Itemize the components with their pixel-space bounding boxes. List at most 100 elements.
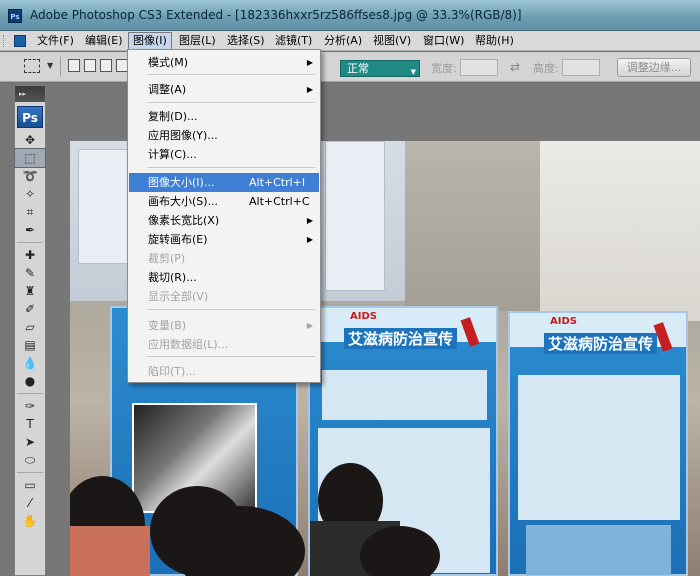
dodge-tool-icon[interactable]: ●	[15, 372, 45, 390]
width-field[interactable]	[460, 59, 498, 76]
menu-item-rotate-canvas[interactable]: 旋转画布(E) ▶	[129, 230, 319, 249]
type-tool-icon[interactable]: T	[15, 415, 45, 433]
menu-item-mode[interactable]: 模式(M) ▶	[129, 53, 319, 72]
board-map-panel	[526, 525, 671, 575]
menu-item-shortcut: Alt+Ctrl+C	[249, 195, 310, 208]
menu-image[interactable]: 图像(I)	[128, 32, 172, 50]
image-menu-dropdown: 模式(M) ▶ 调整(A) ▶ 复制(D)... 应用图像(Y)... 计算(C…	[127, 49, 321, 383]
menu-item-label: 显示全部(V)	[148, 290, 209, 303]
tool-preset-marquee-icon[interactable]	[24, 59, 40, 73]
toolbox: ▸▸ Ps ✥ ⬚ ➰ ✧ ⌗ ✒ ✚ ✎ ♜ ✐ ▱ ▤ 💧 ● ✑ T ➤ …	[14, 85, 46, 576]
menu-item-label: 裁剪(P)	[148, 252, 186, 265]
eyedropper-sample-tool-icon[interactable]: ⁄	[15, 494, 45, 512]
menu-item-calculations[interactable]: 计算(C)...	[129, 145, 319, 164]
menu-edit[interactable]: 编辑(E)	[81, 32, 127, 50]
menu-divider	[147, 167, 315, 168]
menu-window[interactable]: 窗口(W)	[419, 32, 468, 50]
menu-analysis[interactable]: 分析(A)	[320, 32, 366, 50]
lasso-tool-icon[interactable]: ➰	[15, 167, 45, 185]
menu-file[interactable]: 文件(F)	[33, 32, 78, 50]
menu-item-reveal-all: 显示全部(V)	[129, 287, 319, 306]
pen-tool-icon[interactable]: ✑	[15, 397, 45, 415]
submenu-arrow-icon: ▶	[306, 235, 313, 244]
menu-divider	[147, 74, 315, 75]
eyedropper-tool-icon[interactable]: ✒	[15, 221, 45, 239]
rectangular-marquee-tool-icon[interactable]: ⬚	[14, 148, 46, 168]
hand-tool-icon[interactable]: ✋	[15, 512, 45, 530]
menu-layer[interactable]: 图层(L)	[175, 32, 220, 50]
move-tool-icon[interactable]: ✥	[15, 131, 45, 149]
divider	[60, 57, 61, 77]
menu-item-trim[interactable]: 裁切(R)...	[129, 268, 319, 287]
menu-filter[interactable]: 滤镜(T)	[271, 32, 316, 50]
submenu-arrow-icon: ▶	[306, 85, 313, 94]
person-shirt	[70, 526, 150, 576]
title-bar: Ps Adobe Photoshop CS3 Extended - [18233…	[0, 0, 700, 31]
menu-item-canvas-size[interactable]: 画布大小(S)... Alt+Ctrl+C	[129, 192, 319, 211]
history-brush-tool-icon[interactable]: ✐	[15, 300, 45, 318]
refine-edge-button[interactable]: 调整边缘...	[617, 58, 691, 77]
menu-item-label: 模式(M)	[148, 56, 189, 69]
menu-item-label: 画布大小(S)...	[148, 195, 219, 208]
toolbox-header[interactable]: ▸▸	[15, 86, 45, 102]
menu-item-adjust[interactable]: 调整(A) ▶	[129, 80, 319, 99]
path-selection-tool-icon[interactable]: ➤	[15, 433, 45, 451]
brush-tool-icon[interactable]: ✎	[15, 264, 45, 282]
toolbox-divider	[17, 239, 43, 243]
window-title: Adobe Photoshop CS3 Extended - [182336hx…	[30, 8, 522, 22]
healing-brush-tool-icon[interactable]: ✚	[15, 246, 45, 264]
menu-item-label: 裁切(R)...	[148, 271, 197, 284]
photoshop-app-icon: Ps	[8, 9, 22, 23]
menu-item-apply-image[interactable]: 应用图像(Y)...	[129, 126, 319, 145]
ps-logo[interactable]: Ps	[17, 106, 43, 128]
menu-divider	[147, 102, 315, 103]
height-field[interactable]	[562, 59, 600, 76]
menu-item-label: 变量(B)	[148, 319, 187, 332]
menu-item-label: 图像大小(I)...	[148, 176, 215, 189]
menu-item-image-size[interactable]: 图像大小(I)... Alt+Ctrl+I	[129, 173, 319, 192]
document-icon[interactable]	[14, 35, 26, 47]
menu-item-label: 陷印(T)...	[148, 365, 196, 378]
clone-stamp-tool-icon[interactable]: ♜	[15, 282, 45, 300]
menu-item-crop: 裁剪(P)	[129, 249, 319, 268]
new-selection-icon[interactable]	[68, 59, 80, 72]
poster-sheet	[325, 141, 385, 291]
menu-bar: 文件(F) 编辑(E) 图像(I) 图层(L) 选择(S) 滤镜(T) 分析(A…	[0, 31, 700, 51]
menu-item-label: 应用图像(Y)...	[148, 129, 218, 142]
height-label: 高度:	[533, 62, 559, 75]
menu-select[interactable]: 选择(S)	[223, 32, 269, 50]
board-logo: AIDS	[550, 316, 577, 327]
tool-preset-chevron-down-icon[interactable]: ▼	[47, 61, 53, 70]
menu-item-label: 计算(C)...	[148, 148, 197, 161]
menu-view[interactable]: 视图(V)	[369, 32, 415, 50]
menu-item-variables: 变量(B) ▶	[129, 316, 319, 335]
crop-tool-icon[interactable]: ⌗	[15, 203, 45, 221]
menu-item-pixel-aspect-ratio[interactable]: 像素长宽比(X) ▶	[129, 211, 319, 230]
board-text-panel	[518, 375, 680, 520]
style-select[interactable]: 正常 ▼	[340, 60, 420, 77]
poster-sheet	[78, 149, 133, 264]
add-to-selection-icon[interactable]	[84, 59, 96, 72]
menu-item-apply-data-set: 应用数据组(L)...	[129, 335, 319, 354]
shape-tool-icon[interactable]: ⬭	[15, 451, 45, 469]
cracked-wall	[405, 141, 540, 311]
subtract-from-selection-icon[interactable]	[100, 59, 112, 72]
magic-wand-tool-icon[interactable]: ✧	[15, 185, 45, 203]
toolbox-divider	[17, 469, 43, 473]
menu-item-label: 调整(A)	[148, 83, 187, 96]
board-heading: 艾滋病防治宣传	[344, 328, 458, 349]
submenu-arrow-icon: ▶	[306, 58, 313, 67]
notes-tool-icon[interactable]: ▭	[15, 476, 45, 494]
menu-help[interactable]: 帮助(H)	[471, 32, 518, 50]
menu-item-trap: 陷印(T)...	[129, 362, 319, 381]
blur-tool-icon[interactable]: 💧	[15, 354, 45, 372]
style-select-value: 正常	[347, 62, 369, 75]
board-logo: AIDS	[350, 311, 377, 322]
menu-item-shortcut: Alt+Ctrl+I	[249, 176, 306, 189]
swap-width-height-icon[interactable]: ⇄	[510, 60, 520, 74]
gradient-tool-icon[interactable]: ▤	[15, 336, 45, 354]
white-wall	[540, 141, 700, 321]
menu-item-duplicate[interactable]: 复制(D)...	[129, 107, 319, 126]
menu-item-label: 旋转画布(E)	[148, 233, 208, 246]
eraser-tool-icon[interactable]: ▱	[15, 318, 45, 336]
